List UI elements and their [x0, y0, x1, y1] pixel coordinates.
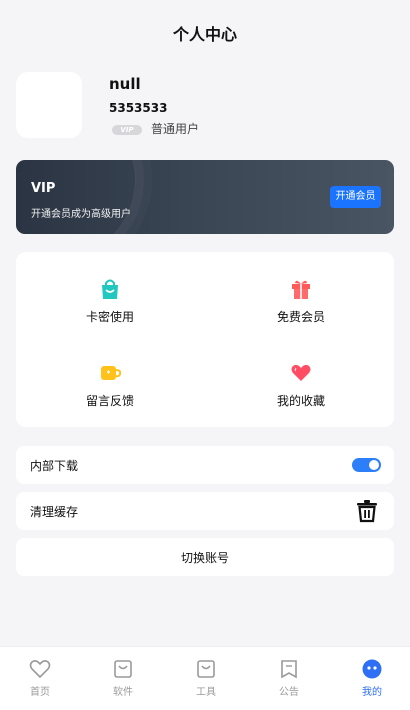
grid-item-label: 我的收藏 — [276, 394, 325, 408]
toggle-knob — [369, 460, 379, 470]
banner-decoration — [16, 160, 136, 234]
trash-icon[interactable] — [356, 499, 378, 523]
grid-item-card-key[interactable]: 卡密使用 — [50, 278, 170, 338]
open-vip-button[interactable]: 开通会员 — [330, 186, 381, 208]
tab-label: 首页 — [30, 687, 50, 698]
clear-cache-label: 清理缓存 — [30, 505, 79, 519]
tab-mine[interactable]: 我的 — [342, 659, 402, 698]
bag-outline-icon — [114, 660, 132, 678]
internal-download-row: 内部下载 — [16, 446, 394, 484]
shopping-bag-icon — [102, 279, 118, 299]
page-header: 个人中心 — [0, 0, 410, 66]
heart-icon — [291, 364, 311, 381]
vip-level-badge: VIP — [112, 125, 142, 135]
user-id: 5353533 — [109, 101, 168, 115]
user-type: 普通用户 — [151, 122, 200, 136]
internal-download-toggle[interactable] — [352, 458, 381, 472]
grid-item-label: 卡密使用 — [85, 310, 134, 324]
grid-item-label: 免费会员 — [276, 310, 325, 324]
heart-outline-icon — [29, 660, 51, 679]
grid-item-feedback[interactable]: 留言反馈 — [50, 362, 170, 422]
tab-label: 工具 — [196, 687, 216, 698]
feature-grid: 卡密使用 免费会员 留言反馈 我的收藏 — [16, 252, 394, 427]
bookmark-outline-icon — [281, 660, 297, 679]
grid-item-free-vip[interactable]: 免费会员 — [241, 278, 361, 338]
profile-face-icon — [362, 659, 382, 679]
vip-subtitle: 开通会员成为高级用户 — [31, 209, 131, 220]
profile-section: null 5353533 VIP 普通用户 — [16, 70, 394, 140]
internal-download-label: 内部下载 — [30, 459, 79, 473]
avatar[interactable] — [16, 72, 82, 138]
username: null — [109, 75, 141, 93]
tab-label: 软件 — [113, 687, 133, 698]
tab-tools[interactable]: 工具 — [176, 659, 236, 698]
tab-label: 公告 — [279, 687, 299, 698]
tab-announcements[interactable]: 公告 — [259, 659, 319, 698]
coffee-cup-icon — [101, 366, 121, 380]
grid-item-label: 留言反馈 — [85, 394, 134, 408]
tab-software[interactable]: 软件 — [93, 659, 153, 698]
tab-label: 我的 — [362, 687, 382, 698]
bottom-tab-bar: 首页 软件 工具 公告 我的 — [0, 646, 410, 710]
switch-account-label: 切换账号 — [180, 551, 229, 565]
bag-outline-icon — [197, 660, 215, 678]
gift-icon — [292, 280, 310, 299]
vip-title: VIP — [31, 181, 56, 196]
tab-home[interactable]: 首页 — [10, 659, 70, 698]
grid-item-favorites[interactable]: 我的收藏 — [241, 362, 361, 422]
clear-cache-row[interactable]: 清理缓存 — [16, 492, 394, 530]
switch-account-button[interactable]: 切换账号 — [16, 538, 394, 576]
page-title: 个人中心 — [172, 25, 237, 44]
vip-banner[interactable]: VIP 开通会员成为高级用户 开通会员 — [16, 160, 394, 234]
